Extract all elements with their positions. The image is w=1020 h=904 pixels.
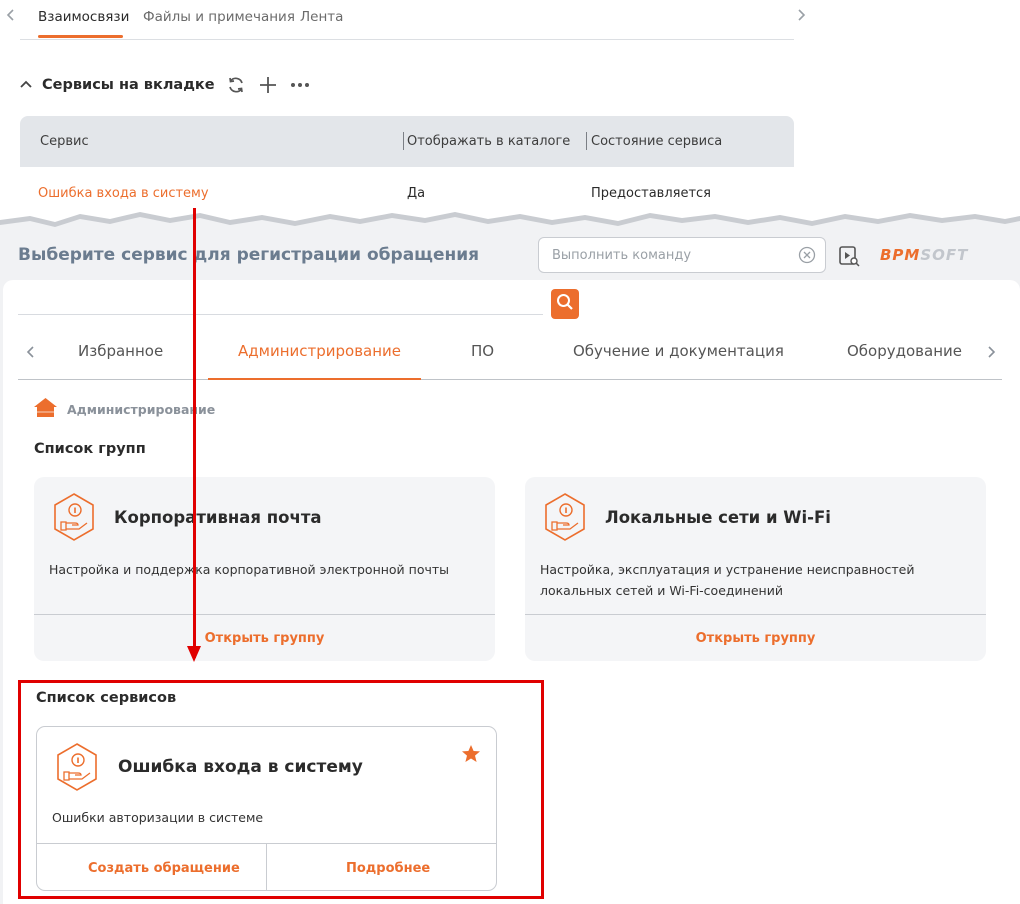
clear-icon[interactable] [798,246,816,264]
service-info-icon [49,492,99,546]
highlight-box [18,680,544,899]
tab-feed[interactable]: Лента [300,9,343,25]
group-description: Настройка и поддержка корпоративной элек… [49,562,450,577]
group-card-network: Локальные сети и Wi-Fi Настройка, эксплу… [525,477,986,661]
services-table-header: Сервис Отображать в каталоге Состояние с… [20,116,794,167]
column-header-service[interactable]: Сервис [40,134,89,149]
tab-hardware[interactable]: Оборудование [847,342,962,360]
chevron-up-icon[interactable] [20,77,32,93]
chevron-left-icon[interactable] [26,344,36,363]
column-divider[interactable] [586,132,587,150]
search-button[interactable] [551,289,579,319]
catalog-search-input[interactable] [18,314,543,315]
group-title: Локальные сети и Wi-Fi [605,508,831,527]
chevron-left-icon[interactable] [6,8,16,26]
row-status: Предоставляется [591,186,711,201]
group-description: Настройка, эксплуатация и устранение неи… [540,562,915,598]
open-group-button[interactable]: Открыть группу [34,631,495,646]
row-show-in-catalog: Да [407,186,426,201]
torn-edge-divider [0,212,1020,240]
search-icon [556,293,574,315]
section-title: Сервисы на вкладке [42,77,215,93]
service-info-icon [540,492,590,546]
row-service-link[interactable]: Ошибка входа в систему [38,186,209,201]
detail-tabs: Взаимосвязи Файлы и примечания Лента [0,0,810,40]
open-group-button[interactable]: Открыть группу [525,631,986,646]
annotation-arrow-head [187,646,201,662]
chevron-right-icon[interactable] [796,8,806,26]
tabs-divider [20,39,794,40]
refresh-icon[interactable] [225,74,247,96]
bpmsoft-logo: BPMSOFT [880,246,969,264]
plus-icon[interactable] [257,74,279,96]
home-icon[interactable] [33,397,58,422]
column-header-show-in-catalog[interactable]: Отображать в каталоге [407,134,570,149]
category-tabs-divider [18,379,1002,380]
annotation-arrow [193,208,196,658]
tab-training-docs[interactable]: Обучение и документация [573,342,784,360]
tab-software[interactable]: ПО [471,342,494,360]
column-header-status[interactable]: Состояние сервиса [591,134,722,149]
card-divider [525,614,986,615]
more-icon[interactable] [289,74,311,96]
command-placeholder: Выполнить команду [552,248,692,263]
tab-files-notes[interactable]: Файлы и примечания [143,9,295,25]
column-divider[interactable] [403,132,404,150]
breadcrumb: Администрирование [33,397,215,422]
group-title: Корпоративная почта [114,508,322,527]
groups-heading: Список групп [34,441,146,457]
tab-favorites[interactable]: Избранное [78,342,163,360]
command-input[interactable]: Выполнить команду [538,237,826,273]
card-divider [34,614,495,615]
portal-title: Выберите сервис для регистрации обращени… [18,245,480,265]
active-tab-indicator [38,35,123,38]
services-section-header: Сервисы на вкладке [20,74,311,96]
tab-relations[interactable]: Взаимосвязи [38,9,129,25]
tab-administration[interactable]: Администрирование [238,342,401,360]
group-card-email: Корпоративная почта Настройка и поддержк… [34,477,495,661]
video-search-icon[interactable] [838,245,860,271]
active-category-indicator [208,378,421,380]
chevron-right-icon[interactable] [986,344,996,363]
